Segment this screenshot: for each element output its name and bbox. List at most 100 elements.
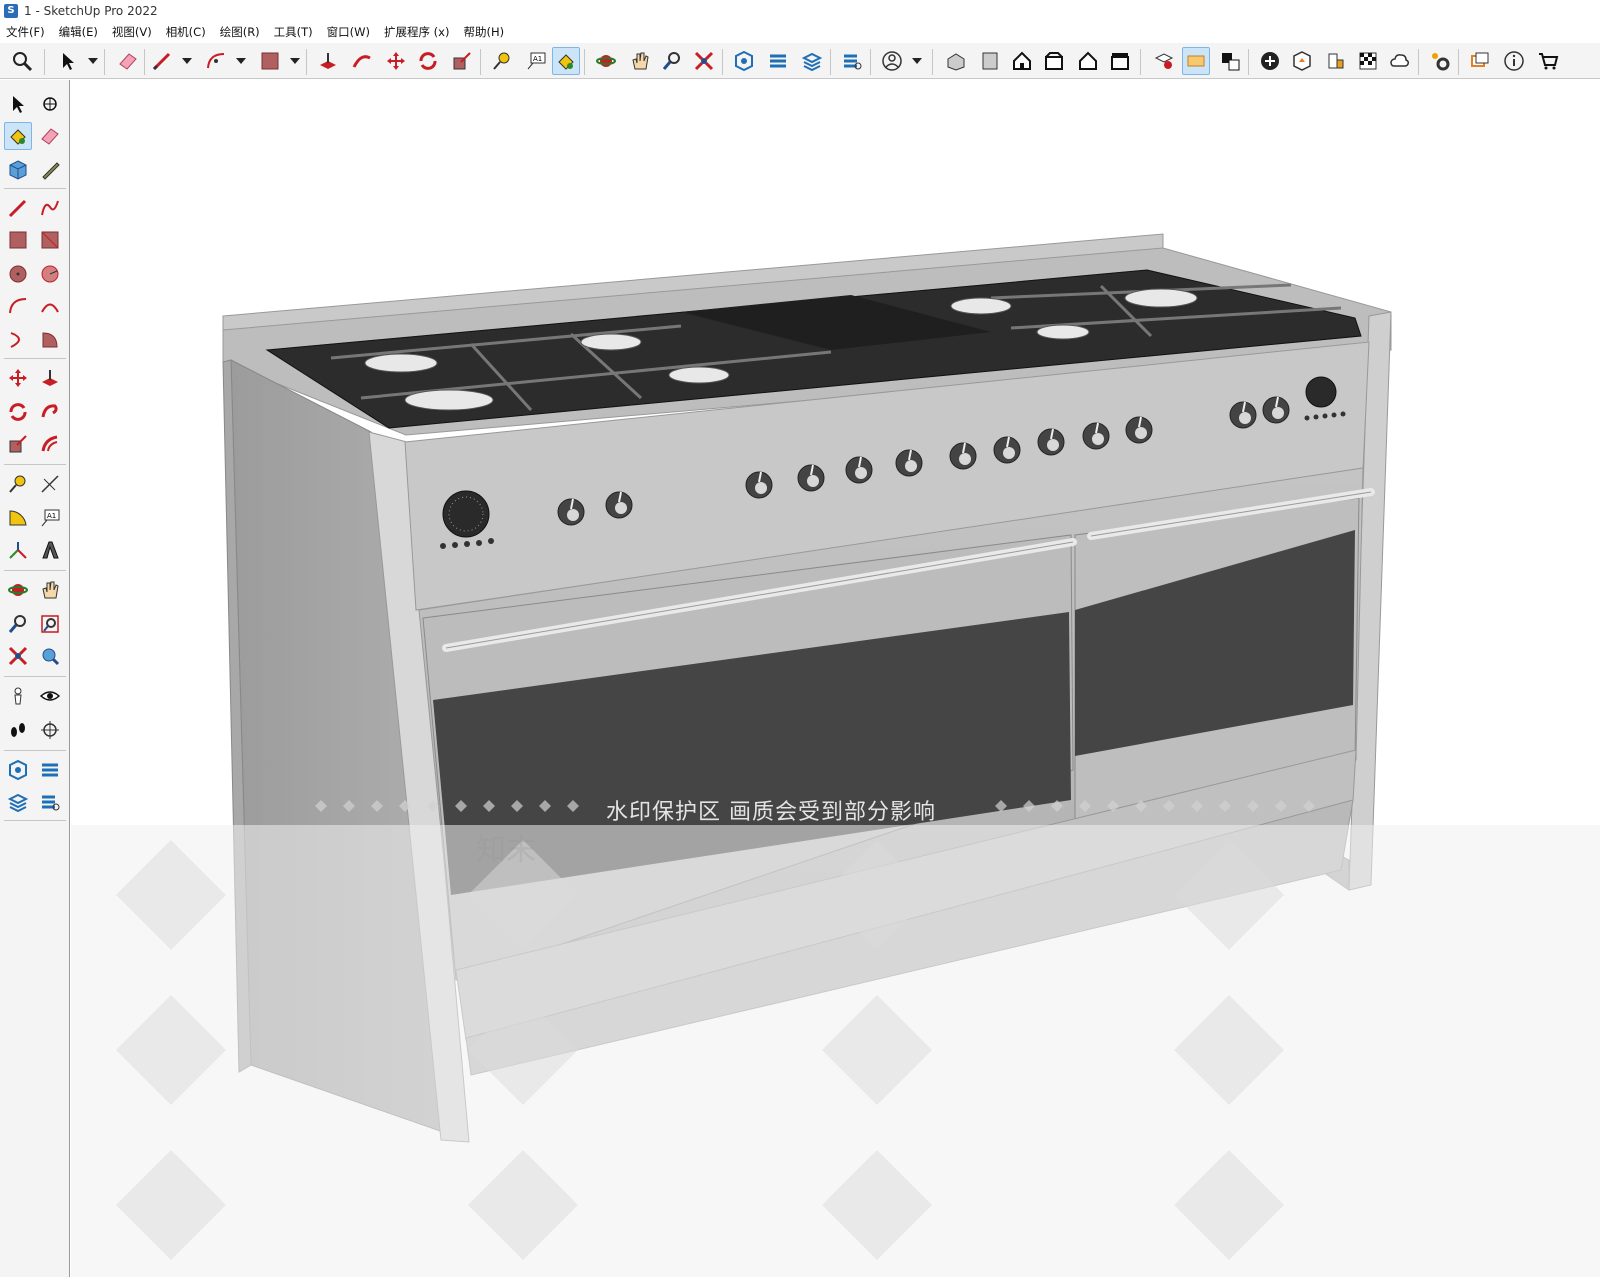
scale-side-icon[interactable]: [4, 430, 32, 458]
3d-warehouse-icon[interactable]: [730, 47, 758, 75]
protractor-icon[interactable]: [4, 504, 32, 532]
right-view-icon[interactable]: [1040, 47, 1068, 75]
offset-icon[interactable]: [36, 430, 64, 458]
paint-bucket-icon[interactable]: [552, 47, 580, 75]
account-dropdown-icon[interactable]: [912, 58, 922, 64]
circle-icon[interactable]: [4, 260, 32, 288]
line-icon[interactable]: [4, 194, 32, 222]
add-location-icon[interactable]: [1256, 47, 1284, 75]
section-plane-icon[interactable]: [1150, 47, 1178, 75]
freehand-icon[interactable]: [36, 194, 64, 222]
rotate-icon[interactable]: [414, 47, 442, 75]
menu-camera[interactable]: 相机(C): [166, 24, 206, 40]
orbit-side-icon[interactable]: [4, 576, 32, 604]
tag-toggle-icon[interactable]: [1182, 47, 1210, 75]
walk-footprints-icon[interactable]: [4, 716, 32, 744]
menu-help[interactable]: 帮助(H): [463, 24, 504, 40]
arc-dropdown-icon[interactable]: [236, 58, 246, 64]
zoom-side-icon[interactable]: [4, 610, 32, 638]
rotated-rectangle-icon[interactable]: [36, 226, 64, 254]
style-icon[interactable]: [1216, 47, 1244, 75]
push-pull-icon[interactable]: [314, 47, 342, 75]
lasso-select-icon[interactable]: [36, 90, 64, 118]
front-view-icon[interactable]: [1008, 47, 1036, 75]
menu-tools[interactable]: 工具(T): [274, 24, 313, 40]
previous-view-icon[interactable]: [36, 642, 64, 670]
message-icon[interactable]: [1466, 47, 1494, 75]
knob-3[interactable]: [745, 471, 773, 499]
select-icon[interactable]: [4, 90, 32, 118]
dimension-icon[interactable]: [36, 470, 64, 498]
zoom-window-side-icon[interactable]: [36, 610, 64, 638]
tape-measure-side-icon[interactable]: [4, 470, 32, 498]
knob-7[interactable]: [949, 442, 977, 470]
zoom-window-icon[interactable]: [658, 47, 686, 75]
extension-warehouse-side-icon[interactable]: [36, 756, 64, 784]
model-viewport[interactable]: 水印保护区 画质会受到部分影响 知末: [71, 80, 1600, 1277]
move-icon[interactable]: [382, 47, 410, 75]
orbit-icon[interactable]: [592, 47, 620, 75]
3d-text-icon[interactable]: [36, 536, 64, 564]
tape-measure-icon[interactable]: [488, 47, 516, 75]
iso-view-icon[interactable]: [942, 47, 970, 75]
push-pull-side-icon[interactable]: [36, 364, 64, 392]
layout-side-icon[interactable]: [4, 788, 32, 816]
follow-me-icon[interactable]: [348, 47, 376, 75]
extension-manager-side-icon[interactable]: [36, 788, 64, 816]
layout-send-icon[interactable]: [798, 47, 826, 75]
rotate-side-icon[interactable]: [4, 398, 32, 426]
pan-side-icon[interactable]: [36, 576, 64, 604]
back-view-icon[interactable]: [1074, 47, 1102, 75]
top-view-icon[interactable]: [976, 47, 1004, 75]
extension-manager-icon[interactable]: [838, 47, 866, 75]
scale-icon[interactable]: [448, 47, 476, 75]
menu-window[interactable]: 窗口(W): [327, 24, 370, 40]
menu-file[interactable]: 文件(F): [6, 24, 45, 40]
zoom-extents-side-icon[interactable]: [4, 642, 32, 670]
eraser-side-icon[interactable]: [36, 122, 64, 150]
two-point-arc-icon[interactable]: [36, 292, 64, 320]
zoom-icon[interactable]: [8, 47, 36, 75]
extension-warehouse-icon[interactable]: [764, 47, 792, 75]
knob-11[interactable]: [1125, 416, 1153, 444]
paint-bucket-side-icon[interactable]: [4, 122, 32, 150]
section-plane-side-icon[interactable]: [36, 716, 64, 744]
component-icon[interactable]: [4, 156, 32, 184]
left-timer-dial[interactable]: [442, 490, 490, 538]
fog-icon[interactable]: [1354, 47, 1382, 75]
three-point-arc-icon[interactable]: [4, 326, 32, 354]
sandbox-icon[interactable]: [1288, 47, 1316, 75]
menu-draw[interactable]: 绘图(R): [220, 24, 260, 40]
menu-extensions[interactable]: 扩展程序 (x): [384, 24, 449, 40]
shadow-settings-icon[interactable]: [1322, 47, 1350, 75]
knob-8[interactable]: [993, 436, 1021, 464]
3d-warehouse-side-icon[interactable]: [4, 756, 32, 784]
knob-6[interactable]: [895, 449, 923, 477]
preferences-gear-icon[interactable]: [1426, 47, 1454, 75]
cart-icon[interactable]: [1534, 47, 1562, 75]
rectangle-dropdown-icon[interactable]: [290, 58, 300, 64]
pie-icon[interactable]: [36, 326, 64, 354]
cloud-upload-icon[interactable]: [1386, 47, 1414, 75]
text-tool-icon[interactable]: A1: [522, 47, 550, 75]
knob-2[interactable]: [605, 491, 633, 519]
account-icon[interactable]: [878, 47, 906, 75]
axes-icon[interactable]: [4, 536, 32, 564]
left-view-icon[interactable]: [1106, 47, 1134, 75]
knob-9[interactable]: [1037, 428, 1065, 456]
info-icon[interactable]: [1500, 47, 1528, 75]
pencil-icon[interactable]: [148, 47, 176, 75]
knob-5[interactable]: [845, 456, 873, 484]
knob-10[interactable]: [1082, 422, 1110, 450]
look-around-eye-icon[interactable]: [36, 682, 64, 710]
pencil-dropdown-icon[interactable]: [182, 58, 192, 64]
polygon-icon[interactable]: [36, 260, 64, 288]
knob-12[interactable]: [1229, 401, 1257, 429]
menu-view[interactable]: 视图(V): [112, 24, 152, 40]
knob-13[interactable]: [1262, 396, 1290, 424]
text-side-icon[interactable]: A1: [36, 504, 64, 532]
rectangle-side-icon[interactable]: [4, 226, 32, 254]
menu-edit[interactable]: 编辑(E): [59, 24, 98, 40]
select-arrow-icon[interactable]: [54, 47, 82, 75]
arc-side-icon[interactable]: [4, 292, 32, 320]
